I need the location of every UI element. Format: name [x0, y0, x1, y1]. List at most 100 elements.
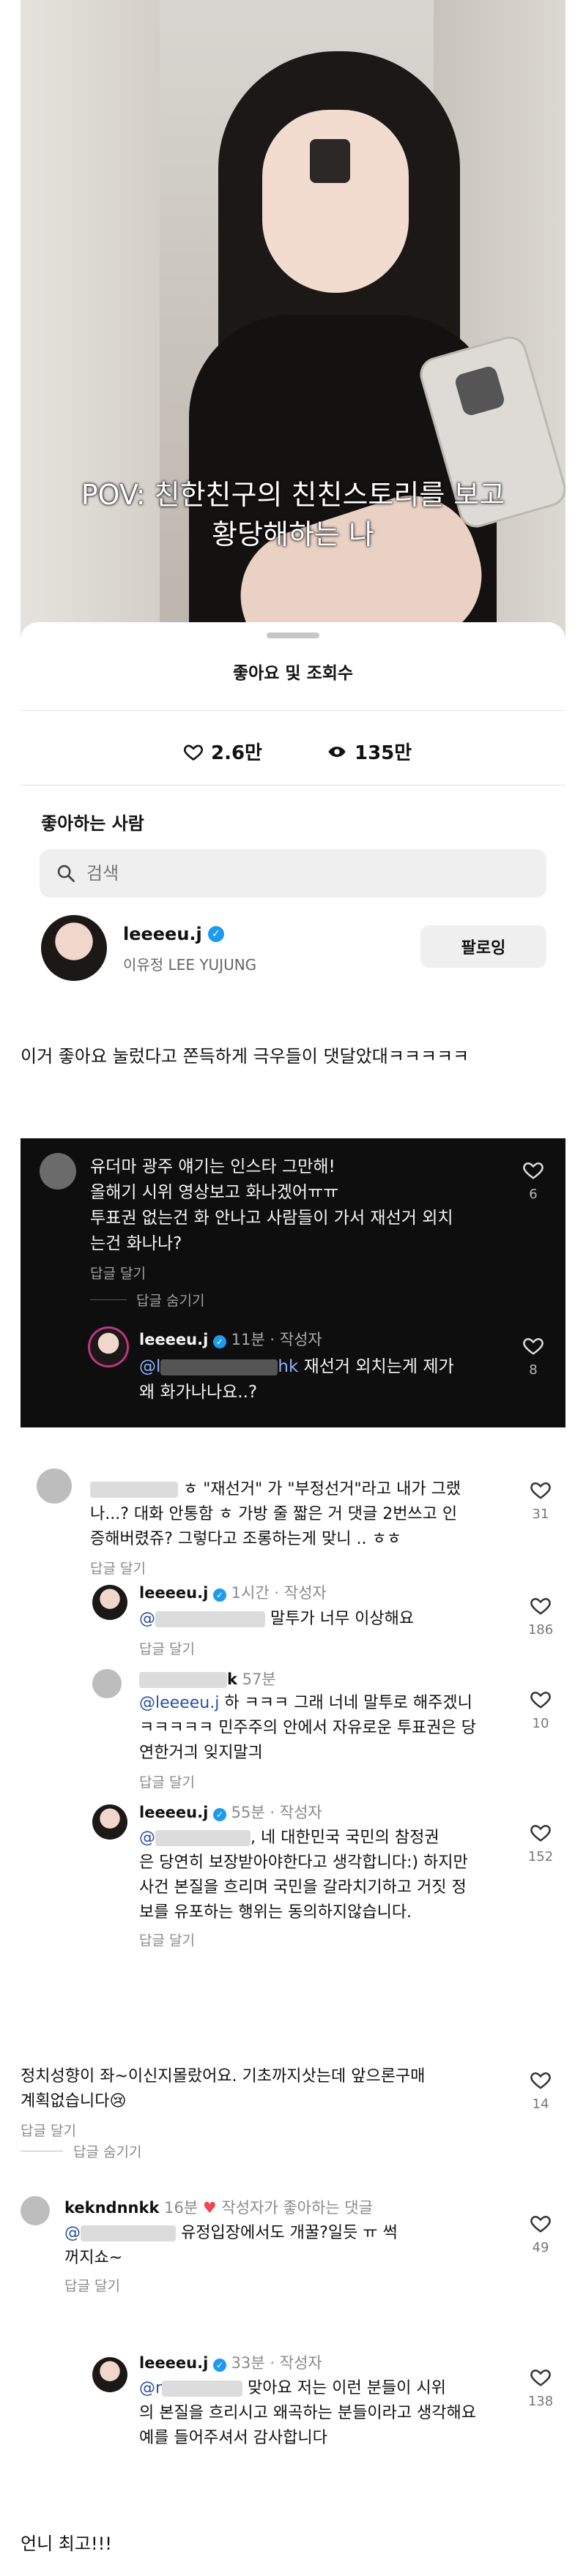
redacted-mention — [160, 1359, 278, 1375]
avatar[interactable] — [92, 1669, 122, 1698]
comment-line: 나...? 대화 안통함 ㅎ 가방 줄 짧은 거 댓글 2번쓰고 인 — [90, 1505, 458, 1523]
reply-mention[interactable]: @l — [139, 1357, 160, 1376]
verified-badge-icon: ✓ — [212, 1335, 226, 1348]
heart-outline-icon — [530, 2369, 551, 2386]
redacted-mention — [155, 1611, 265, 1627]
hide-replies-button[interactable]: 답글 숨기기 — [136, 1290, 204, 1310]
sheet-title: 좋아요 및 조회수 — [232, 664, 354, 683]
redacted-username — [139, 1672, 227, 1688]
comment-like[interactable]: 8 — [519, 1334, 548, 1378]
reply-button[interactable]: 답글 달기 — [21, 2120, 76, 2140]
reply-button[interactable]: 답글 달기 — [90, 1558, 146, 1578]
reply-username[interactable]: leeeeu.j — [139, 1584, 208, 1602]
comment-line: ㅎ "재선거" 가 "부정선거"라고 내가 그랬 — [90, 1477, 461, 1501]
avatar[interactable] — [92, 2357, 127, 2392]
reply-button[interactable]: 답글 달기 — [139, 1772, 195, 1791]
reply-header: leeeeu.j ✓ 1시간 · 작성자 — [139, 1584, 327, 1602]
heart-outline-icon — [530, 1691, 551, 1709]
like-count: 138 — [527, 2394, 554, 2409]
likes-sheet: 좋아요 및 조회수 2.6만 135만 좋아하는 사람 leeeeu.j ✓ 이… — [21, 622, 565, 988]
liker-username-row[interactable]: leeeeu.j ✓ — [123, 924, 224, 944]
reply-button[interactable]: 답글 달기 — [139, 1930, 195, 1949]
comment-like[interactable]: 6 — [519, 1159, 548, 1202]
avatar[interactable] — [92, 1804, 127, 1840]
comment-like[interactable]: 49 — [524, 2212, 557, 2255]
reply-line: @l hk 재선거 외치는게 제가 — [139, 1357, 454, 1376]
reply-header: leeeeu.j ✓ 55분 · 작성자 — [139, 1804, 322, 1821]
comment-line: 는건 화나나? — [90, 1234, 182, 1253]
like-count: 14 — [532, 2097, 549, 2112]
reply-button[interactable]: 답글 달기 — [90, 1263, 146, 1283]
reply-button[interactable]: 답글 달기 — [64, 2275, 120, 2295]
comment-thread: ㅎ "재선거" 가 "부정선거"라고 내가 그랬 나...? 대화 안통함 ㅎ … — [21, 1468, 565, 1949]
comment-like[interactable]: 10 — [524, 1688, 557, 1731]
divider — [21, 710, 565, 711]
thread-line — [90, 1299, 127, 1300]
like-count: 31 — [532, 1507, 549, 1522]
post-caption: 이거 좋아요 눌렀다고 쫀득하게 극우들이 댓달았대ㅋㅋㅋㅋㅋ — [21, 1046, 470, 1067]
reel-video[interactable]: POV: 친한친구의 친친스토리를 보고 황당해하는 나 — [21, 0, 565, 717]
reply-line: 은 당연히 보장받아야한다고 생각합니다:) 하지만 — [139, 1853, 468, 1872]
reply-line: @ 말투가 너무 이상해요 — [139, 1610, 415, 1628]
comment-username[interactable]: kekndnnkk — [64, 2199, 159, 2217]
likes-count: 2.6만 — [211, 742, 262, 764]
comment-like[interactable]: 152 — [524, 1821, 557, 1864]
verified-badge-icon: ✓ — [212, 1588, 226, 1602]
avatar[interactable] — [40, 1153, 76, 1190]
page: POV: 친한친구의 친친스토리를 보고 황당해하는 나 좋아요 및 조회수 2… — [0, 0, 586, 2576]
following-button[interactable]: 팔로잉 — [420, 925, 546, 968]
redacted-mention — [162, 2381, 243, 2397]
avatar[interactable] — [90, 1329, 127, 1365]
redacted-username — [90, 1482, 178, 1498]
liker-row[interactable]: leeeeu.j ✓ 이유정 LEE YUJUNG 팔로잉 — [41, 915, 546, 981]
video-person-face — [262, 110, 409, 293]
search-input[interactable] — [86, 863, 497, 884]
reply-line: 연한거긔 잊지말긔 — [139, 1744, 263, 1762]
search-bar[interactable] — [40, 849, 546, 897]
comment-like[interactable]: 14 — [524, 2069, 557, 2112]
reply-username[interactable]: leeeeu.j — [139, 1331, 208, 1348]
heart-outline-icon — [530, 1597, 551, 1615]
sheet-drag-handle[interactable] — [267, 632, 319, 638]
liked-by-author-heart-icon: ♥ — [202, 2199, 217, 2217]
reply-line: 예를 들어주셔서 감사합니다 — [139, 2429, 327, 2447]
heart-outline-icon — [530, 1824, 551, 1842]
dark-comment-screenshot: 유더마 광주 얘기는 인스타 그만해! 올해기 시위 영상보고 화나겠어ㅠㅠ 투… — [21, 1138, 565, 1427]
heart-outline-icon — [523, 1337, 544, 1355]
heart-icon — [184, 744, 203, 761]
heart-outline-icon — [523, 1162, 544, 1179]
reply-line: 의 본질을 흐리시고 왜곡하는 분들이라고 생각해요 — [139, 2404, 477, 2422]
verified-badge-icon: ✓ — [212, 2359, 226, 2372]
like-count: 152 — [527, 1849, 554, 1864]
comment-line: 계획없습니다😢 — [21, 2092, 127, 2110]
comment-like[interactable]: 31 — [524, 1479, 557, 1522]
likers-title: 좋아하는 사람 — [41, 813, 144, 834]
heart-outline-icon — [530, 2215, 551, 2233]
avatar[interactable] — [92, 1585, 127, 1620]
comment-line: 정치성향이 좌~이신지몰랐어요. 기초까지삿는데 앞으론구매 — [21, 2067, 426, 2086]
avatar[interactable] — [41, 915, 107, 981]
comment-line: 증해버렸쥬? 그렇다고 조롱하는게 맞니 .. ㅎㅎ — [90, 1530, 401, 1548]
views-stat: 135만 — [327, 738, 412, 765]
reply-line: 왜 화가나나요..? — [139, 1383, 258, 1402]
redacted-mention — [81, 2225, 176, 2241]
reply-line: 보를 유포하는 행위는 동의하지않습니다. — [139, 1903, 412, 1922]
like-count: 8 — [529, 1362, 538, 1378]
liker-username[interactable]: leeeeu.j — [123, 924, 202, 944]
reply-line: 사건 본질을 흐리며 국민을 갈라치기하고 거짓 정 — [139, 1878, 467, 1897]
avatar[interactable] — [21, 2196, 50, 2225]
comment-line: 꺼지쇼~ — [64, 2249, 123, 2267]
avatar[interactable] — [37, 1468, 72, 1504]
comment-header: kekndnnkk 16분 ♥ 작성자가 좋아하는 댓글 — [64, 2199, 373, 2217]
hide-replies-button[interactable]: 답글 숨기기 — [73, 2141, 141, 2161]
redacted-mention — [155, 1830, 251, 1846]
comment-line: 올해기 시위 영상보고 화나겠어ㅠㅠ — [90, 1183, 339, 1202]
reply-username[interactable]: leeeeu.j — [139, 1804, 208, 1821]
reply-username[interactable]: leeeeu.j — [139, 2354, 208, 2372]
comment-like[interactable]: 138 — [524, 2366, 557, 2409]
author-tag: 작성자 — [279, 1331, 322, 1348]
reply-button[interactable]: 답글 달기 — [139, 1638, 195, 1658]
reply-line: @, 네 대한민국 국민의 참정권 — [139, 1829, 440, 1847]
comment-like[interactable]: 186 — [524, 1594, 557, 1638]
comment-thread: kekndnnkk 16분 ♥ 작성자가 좋아하는 댓글 @ 유정입장에서도 개… — [21, 2196, 565, 2467]
